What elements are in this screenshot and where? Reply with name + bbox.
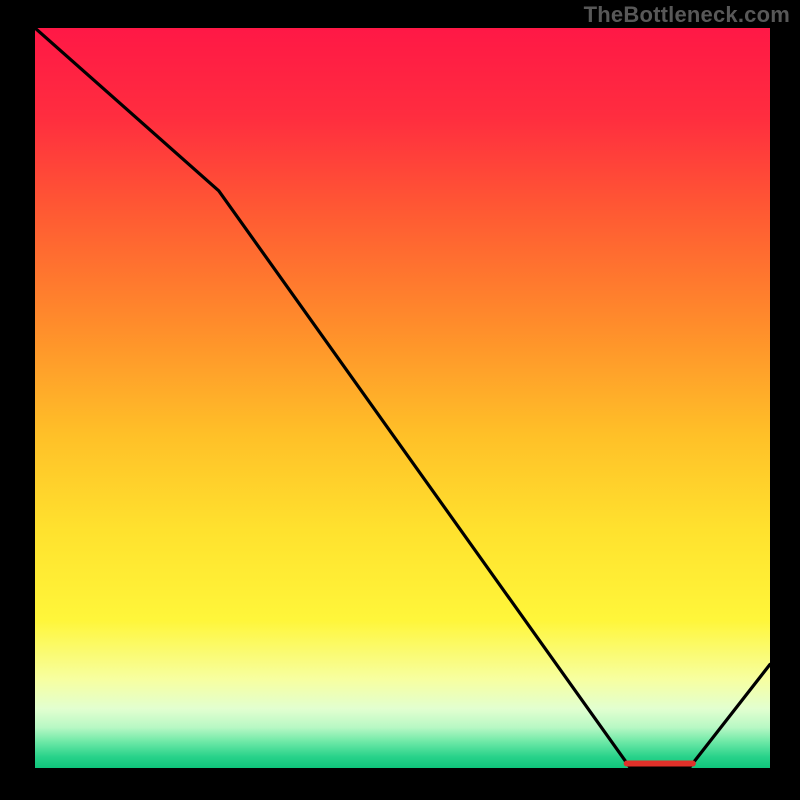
gradient-background	[35, 28, 770, 768]
chart-frame: TheBottleneck.com	[0, 0, 800, 800]
watermark-text: TheBottleneck.com	[584, 2, 790, 28]
plot-area	[35, 28, 770, 768]
bottleneck-chart	[35, 28, 770, 768]
